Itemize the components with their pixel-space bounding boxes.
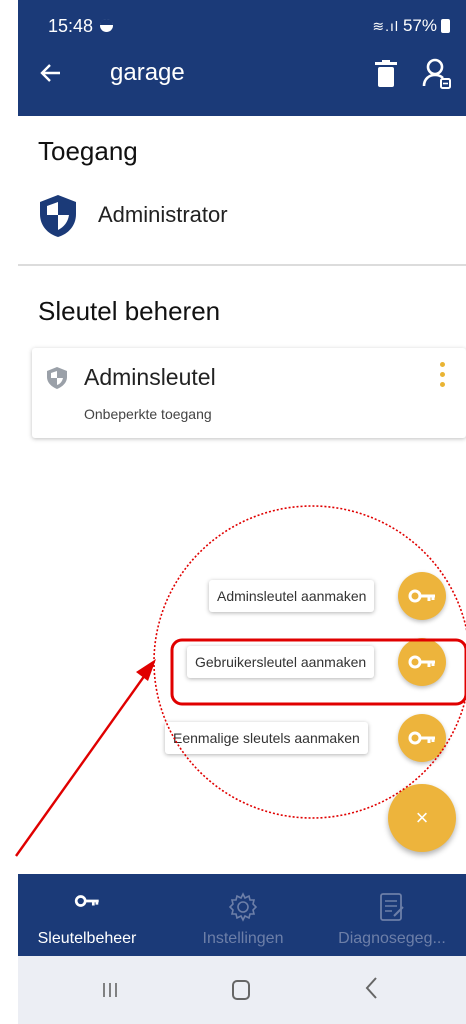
- bottom-navigation: Sleutelbeheer Instellingen Diagnosegeg..…: [18, 874, 466, 956]
- keys-heading: Sleutel beheren: [38, 296, 221, 326]
- divider: [18, 264, 466, 266]
- close-fab-button[interactable]: ×: [388, 784, 456, 852]
- status-bar: 15:48 ≋.ıl 57%: [18, 0, 466, 48]
- tab-diagnostics[interactable]: Diagnosegeg...: [318, 874, 466, 956]
- tab-label: Instellingen: [202, 930, 284, 947]
- page-title: garage: [110, 59, 185, 86]
- tab-settings[interactable]: Instellingen: [168, 874, 318, 956]
- key-icon: [408, 589, 435, 603]
- create-admin-key-button[interactable]: [398, 572, 446, 620]
- app-bar: 15:48 ≋.ıl 57% garage: [18, 0, 466, 116]
- home-icon[interactable]: [232, 980, 250, 1000]
- access-heading: Toegang: [38, 136, 138, 166]
- battery-percentage: 57%: [402, 16, 437, 35]
- create-user-key-label[interactable]: Gebruikersleutel aanmaken: [187, 646, 375, 678]
- toolbar: garage: [18, 48, 466, 116]
- key-icon: [74, 892, 100, 915]
- key-icon: [408, 655, 435, 669]
- shield-icon: [46, 366, 68, 390]
- tab-label: Sleutelbeheer: [37, 930, 137, 947]
- key-card[interactable]: Adminsleutel Onbeperkte toegang: [32, 348, 466, 438]
- phone-screen: 15:48 ≋.ıl 57% garage Toegang Administra…: [18, 0, 466, 1024]
- create-onetime-keys-button[interactable]: [398, 714, 446, 762]
- create-admin-key-label[interactable]: Adminsleutel aanmaken: [209, 580, 375, 612]
- status-time: 15:48: [48, 16, 94, 36]
- person-key-icon[interactable]: [422, 58, 452, 90]
- key-name: Adminsleutel: [84, 364, 216, 390]
- tab-key-management[interactable]: Sleutelbeheer: [18, 874, 156, 956]
- back-icon[interactable]: [364, 976, 378, 1007]
- gear-icon: [228, 892, 258, 927]
- shield-icon: [38, 194, 78, 238]
- left-margin: [0, 0, 18, 1024]
- key-description: Onbeperkte toegang: [84, 406, 212, 422]
- tab-label: Diagnosegeg...: [338, 930, 446, 947]
- key-icon: [408, 731, 435, 745]
- create-onetime-keys-label[interactable]: Eenmalige sleutels aanmaken: [165, 722, 368, 754]
- battery-icon: [441, 19, 450, 33]
- more-vert-icon[interactable]: [440, 362, 446, 392]
- status-notification-icon: [100, 19, 113, 32]
- recent-apps-icon[interactable]: [102, 982, 118, 998]
- status-right: ≋.ıl 57%: [372, 16, 450, 36]
- arrow-left-icon[interactable]: [38, 60, 68, 90]
- trash-icon[interactable]: [374, 60, 398, 88]
- system-navigation-bar: [18, 956, 466, 1024]
- report-icon: [379, 892, 405, 927]
- create-user-key-button[interactable]: [398, 638, 446, 686]
- access-role: Administrator: [98, 202, 228, 227]
- signal-icon: ≋.ıl: [372, 17, 399, 34]
